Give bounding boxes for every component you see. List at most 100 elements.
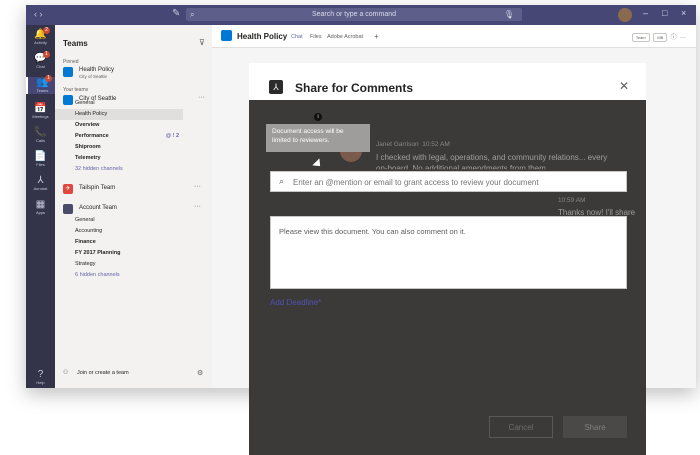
- rail-help[interactable]: ? Help: [26, 369, 55, 386]
- mention-field[interactable]: ⌕: [270, 171, 627, 192]
- channel-overview[interactable]: Overview: [55, 120, 183, 131]
- more-options-icon[interactable]: ···: [194, 183, 201, 190]
- comment-textarea[interactable]: Please view this document. You can also …: [279, 227, 619, 285]
- title-bar: ‹ › ✎ ⌕ Search or type a command 🎙 – □ ×: [26, 5, 696, 25]
- mention-input[interactable]: [293, 175, 613, 189]
- rail-label: Teams: [36, 88, 49, 93]
- rail-apps[interactable]: ▦ Apps: [26, 199, 55, 216]
- share-button[interactable]: Share: [563, 416, 627, 438]
- user-avatar[interactable]: [618, 8, 632, 22]
- dialog-header: ⅄ Share for Comments ✕: [249, 63, 646, 100]
- hidden-channels-link[interactable]: 6 hidden channels: [55, 270, 183, 281]
- more-options-icon[interactable]: ···: [678, 35, 686, 41]
- close-icon[interactable]: ✕: [619, 79, 629, 93]
- notification-badge: 2: [43, 27, 50, 34]
- team-name: Health Policy: [79, 67, 115, 73]
- team-logo: [63, 67, 73, 77]
- channel-fy2017-planning[interactable]: FY 2017 Planning: [55, 248, 183, 259]
- chat-header: Health Policy Chat Files Adobe Acrobat +…: [212, 25, 696, 48]
- rail-meetings[interactable]: 📅 Meetings: [26, 103, 55, 120]
- channel-label: Performance: [75, 133, 109, 139]
- channel-logo: [221, 30, 232, 41]
- channel-title: Health Policy: [237, 32, 288, 41]
- rail-teams[interactable]: 👥 Teams 1: [26, 75, 57, 94]
- tab-files[interactable]: Files: [310, 34, 322, 40]
- rail-files[interactable]: 📄 Files: [26, 151, 55, 168]
- calendar-icon: 📅: [34, 103, 47, 114]
- channel-strategy[interactable]: Strategy: [55, 259, 183, 270]
- rail-label: Calls: [36, 138, 45, 143]
- sender-name: Janet Garrison: [376, 141, 419, 148]
- dialog-title: Share for Comments: [295, 81, 414, 95]
- info-icon[interactable]: ⓘ: [669, 35, 677, 41]
- back-forward-icons[interactable]: ‹ ›: [34, 9, 43, 19]
- search-icon: ⌕: [279, 176, 285, 186]
- maximize-icon[interactable]: □: [662, 8, 667, 18]
- mic-icon: 🎙: [503, 10, 514, 19]
- more-options-icon[interactable]: ···: [198, 94, 205, 101]
- access-tooltip: Document access will be limited to revie…: [266, 124, 370, 152]
- notification-badge: 1: [43, 51, 50, 58]
- compose-icon[interactable]: ✎: [172, 8, 180, 19]
- more-options-icon[interactable]: ···: [194, 203, 201, 210]
- hidden-channels-link[interactable]: 32 hidden channels: [55, 164, 183, 175]
- rail-acrobat[interactable]: ⅄ Acrobat: [26, 175, 55, 192]
- team-tailspin[interactable]: ✈ Tailspin Team ···: [61, 183, 211, 197]
- tab-adobe-acrobat[interactable]: Adobe Acrobat: [327, 34, 363, 40]
- header-actions: Team MB ⓘ ···: [630, 32, 686, 42]
- message-line: I checked with legal, operations, and co…: [376, 153, 608, 162]
- comment-box[interactable]: Please view this document. You can also …: [270, 216, 627, 289]
- bell-icon: 🔔: [34, 29, 47, 40]
- rail-calls[interactable]: 📞 Calls: [26, 127, 55, 144]
- channel-accounting[interactable]: Accounting: [55, 226, 183, 237]
- rail-label: Help: [36, 380, 45, 385]
- teams-title: Teams: [63, 39, 88, 48]
- pinned-label: Pinned: [63, 59, 79, 65]
- chat-icon: 💬: [34, 53, 47, 64]
- phone-icon: 📞: [34, 127, 47, 138]
- message-time: 10:59 AM: [558, 197, 586, 204]
- rail-label: Meetings: [32, 114, 49, 119]
- search-bar[interactable]: ⌕ Search or type a command 🎙: [186, 8, 522, 21]
- rail-chat[interactable]: 💬 Chat 1: [26, 51, 55, 70]
- tab-chat[interactable]: Chat: [291, 34, 303, 40]
- minimize-icon[interactable]: –: [643, 8, 648, 18]
- team-subtitle: City of Seattle: [79, 74, 108, 79]
- rail-activity[interactable]: 🔔 Activity 2: [26, 27, 55, 46]
- channel-health-policy[interactable]: Health Policy: [55, 109, 183, 120]
- add-deadline-link[interactable]: Add Deadline*: [270, 298, 321, 307]
- info-icon[interactable]: i: [314, 113, 322, 121]
- cancel-button[interactable]: Cancel: [489, 416, 553, 438]
- rail-label: Files: [36, 162, 45, 167]
- mb-pill[interactable]: MB: [653, 32, 668, 42]
- channel-finance[interactable]: Finance: [55, 237, 183, 248]
- file-icon: 📄: [34, 151, 47, 162]
- team-pill[interactable]: Team: [631, 32, 650, 42]
- rail-label: Activity: [34, 40, 47, 45]
- rail-label: Acrobat: [33, 186, 48, 191]
- filter-icon[interactable]: ⊽: [199, 38, 205, 47]
- your-teams-label: Your teams: [63, 87, 89, 93]
- pinned-team-health-policy[interactable]: Health Policy City of Seattle: [61, 66, 211, 80]
- channel-shiproom[interactable]: Shiproom: [55, 142, 183, 153]
- team-name: Account Team: [79, 205, 117, 211]
- channel-general-account[interactable]: General: [55, 215, 183, 226]
- search-icon: ⌕: [190, 10, 195, 19]
- channel-telemetry[interactable]: Telemetry: [55, 153, 183, 164]
- channel-general[interactable]: General: [55, 98, 183, 109]
- acrobat-pdf-icon: ⅄: [269, 80, 283, 94]
- add-tab-button[interactable]: +: [374, 32, 379, 41]
- apps-grid-icon: ▦: [35, 199, 46, 210]
- acrobat-icon: ⅄: [37, 175, 44, 186]
- team-name: Tailspin Team: [79, 185, 116, 191]
- mention-indicators: @ ! 2: [165, 133, 179, 139]
- app-rail: 🔔 Activity 2 💬 Chat 1 👥 Teams 1 📅 Meetin…: [26, 25, 57, 388]
- teams-icon: 👥: [36, 77, 49, 88]
- join-create-team[interactable]: ⚇ Join or create a team ⚙: [55, 368, 212, 380]
- close-window-icon[interactable]: ×: [681, 8, 686, 18]
- team-logo: ✈: [63, 184, 73, 194]
- notification-badge: 1: [45, 75, 52, 82]
- team-logo: [63, 204, 73, 214]
- channel-performance[interactable]: Performance @ ! 2: [55, 131, 183, 142]
- gear-icon[interactable]: ⚙: [197, 369, 203, 377]
